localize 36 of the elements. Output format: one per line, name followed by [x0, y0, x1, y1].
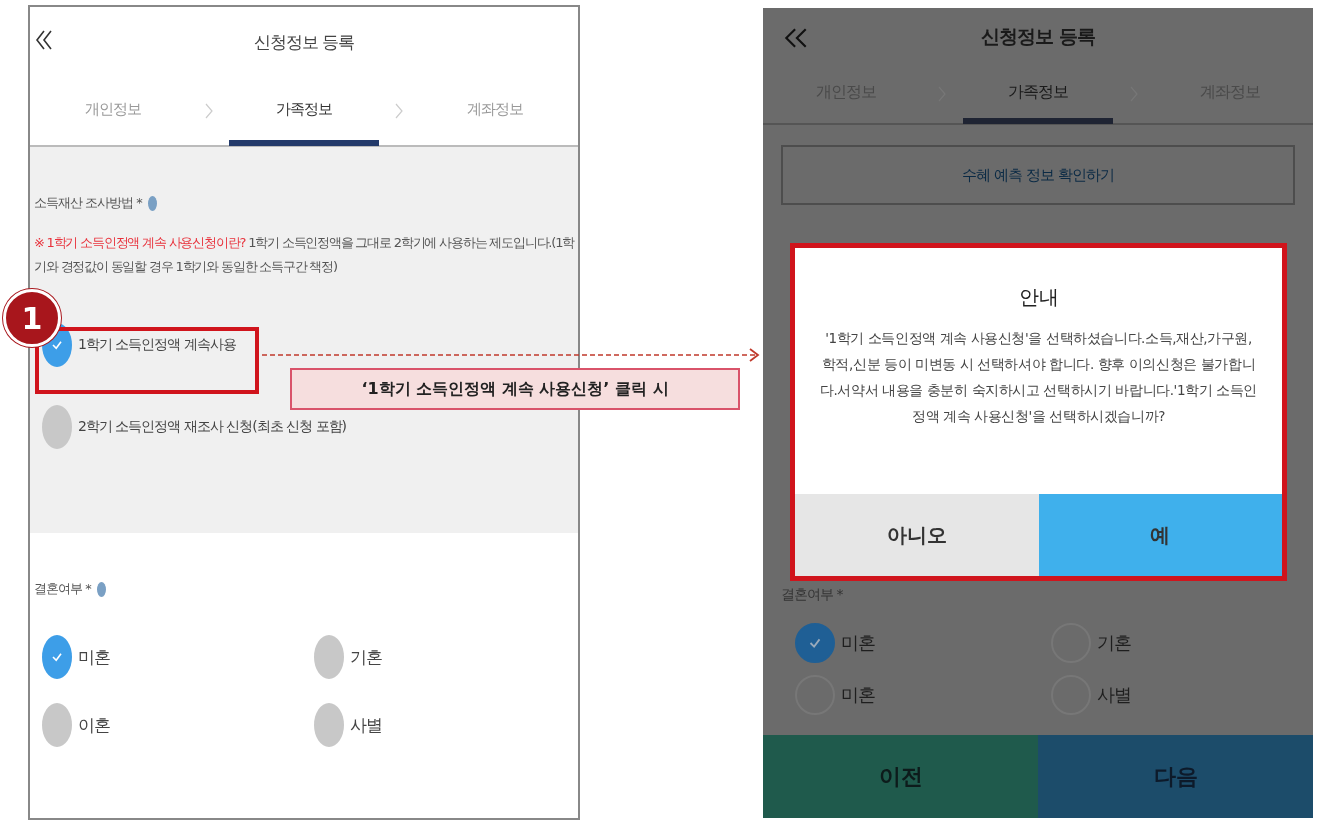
radio-option[interactable]: 미혼 [795, 673, 875, 717]
dialog-title: 안내 [1017, 284, 1060, 311]
radio-icon[interactable] [314, 635, 344, 679]
chevron-icon [204, 103, 213, 119]
radio-option[interactable]: 사별 [314, 703, 382, 747]
callout-label: ‘1학기 소득인정액 계속 사용신청’ 클릭 시 [290, 368, 740, 410]
step-badge: 1 [3, 289, 61, 347]
screen-title: 신청정보 등록 [981, 23, 1095, 49]
radio-option[interactable]: 미혼 [795, 621, 875, 665]
notice-text: ※ 1학기 소득인정액 계속 사용신청이란? 1학기 소득인정액을 그대로 2학기에 사용하는 제도입니다.(1학기와 경정값이 동일할 경우 1학기와 동일한 소득구간 책정) [34, 234, 574, 276]
radio-icon[interactable] [314, 703, 344, 747]
radio-icon[interactable] [42, 405, 72, 449]
previous-button[interactable]: 이전 [763, 735, 1038, 818]
prediction-info-button[interactable]: 수혜 예측 정보 확인하기 [781, 145, 1295, 205]
radio-option[interactable]: 사별 [1051, 673, 1131, 717]
confirm-button[interactable]: 예 [1038, 494, 1282, 576]
radio-icon[interactable] [42, 703, 72, 747]
field-label: 소득재산 조사방법 * [34, 194, 142, 212]
back-icon[interactable] [34, 29, 54, 51]
step-tab[interactable]: 계좌정보 [419, 78, 570, 146]
radio-option[interactable]: 기혼 [314, 635, 382, 679]
radio-icon[interactable] [795, 623, 835, 663]
next-button[interactable]: 다음 [1038, 735, 1313, 818]
screen-title: 신청정보 등록 [253, 30, 355, 54]
chevron-icon [395, 103, 404, 119]
dialog-message: '1학기 소득인정액 계속 사용신청'을 선택하셨습니다.소득,재산,가구원,학적,신분 등이 미변동 시 선택하셔야 합니다. 향후 이의신청은 불가합니다.서약서 내용을 충분히 숙지하시고 선택하시기 바랍니다.'1학기 소득인정액 계속 사용신청'을 선택하시겠습니까? [819, 329, 1258, 426]
radio-option[interactable]: 미혼 [42, 635, 110, 679]
info-icon[interactable] [147, 195, 157, 211]
radio-option[interactable]: 기혼 [1051, 621, 1131, 665]
radio-option[interactable]: 이혼 [42, 703, 110, 747]
field-label: 결혼여부 * [34, 580, 91, 598]
info-icon[interactable] [96, 581, 106, 597]
step-tab[interactable]: 개인정보 [38, 78, 189, 146]
step-tab[interactable]: 가족정보 [963, 66, 1113, 124]
cancel-button[interactable]: 아니오 [795, 494, 1039, 576]
radio-icon[interactable] [42, 635, 72, 679]
